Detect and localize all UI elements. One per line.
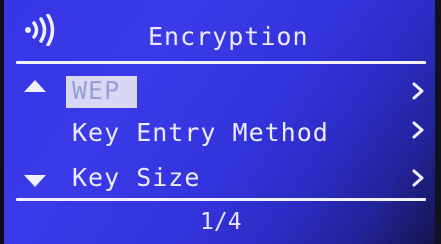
scroll-up-icon[interactable] xyxy=(24,80,46,92)
header-divider xyxy=(16,61,426,64)
header: Encryption xyxy=(4,0,435,58)
footer-divider xyxy=(16,198,426,201)
menu-item-wep[interactable]: WEP xyxy=(4,70,435,114)
menu-item-key-size[interactable]: Key Size xyxy=(4,155,435,199)
chevron-right-icon xyxy=(412,82,424,100)
chevron-right-icon xyxy=(412,169,424,187)
page-title: Encryption xyxy=(148,22,309,51)
menu-item-key-entry-method[interactable]: Key Entry Method xyxy=(4,110,435,154)
wireless-signal-icon xyxy=(25,14,55,46)
lcd-screen: Encryption WEP Key Entry Method Key Size… xyxy=(0,0,441,244)
menu-item-label: Key Size xyxy=(72,163,201,192)
chevron-right-icon xyxy=(412,121,424,139)
scroll-down-icon[interactable] xyxy=(24,175,46,187)
menu-item-label: WEP xyxy=(72,76,121,105)
page-indicator: 1/4 xyxy=(200,209,242,235)
menu-item-label: Key Entry Method xyxy=(72,118,329,147)
